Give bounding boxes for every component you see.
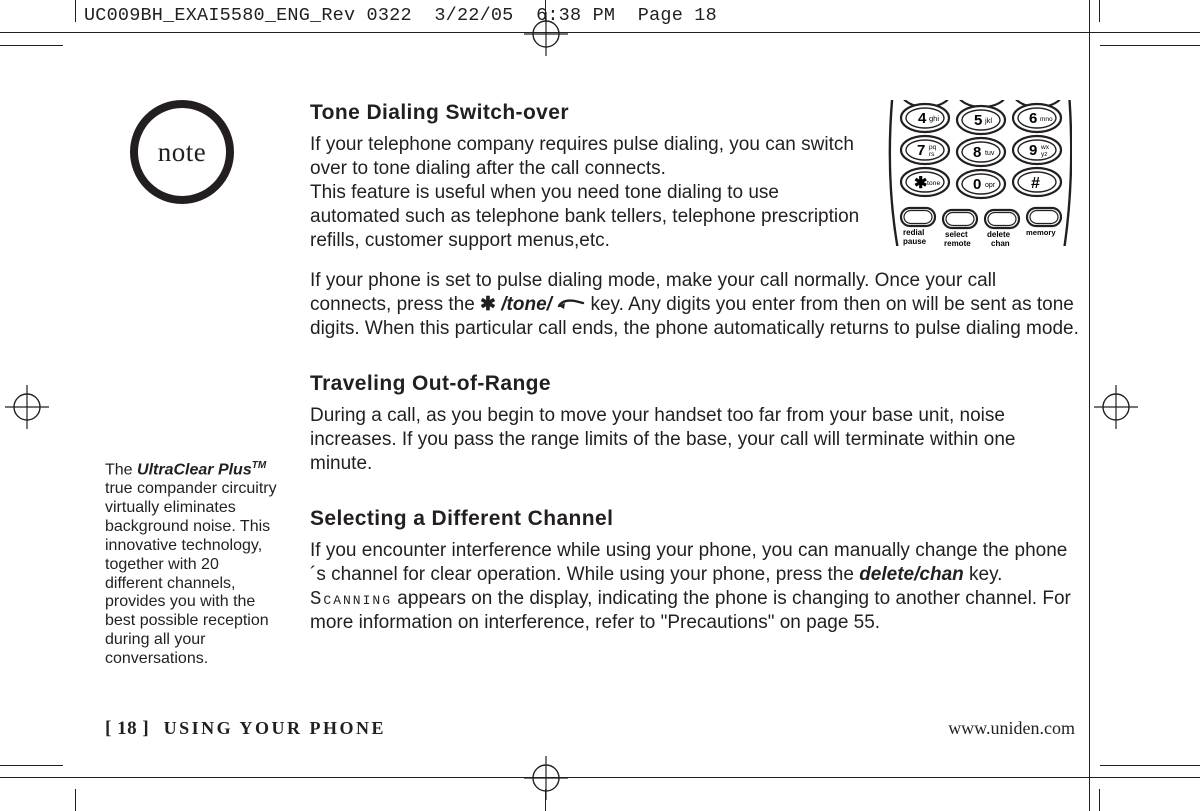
s1-p1a: If your telephone company requires pulse… <box>310 134 854 179</box>
svg-text:tone: tone <box>927 180 940 187</box>
svg-text:mno: mno <box>1040 116 1053 123</box>
trademark-symbol: TM <box>252 460 266 471</box>
svg-text:9: 9 <box>1029 142 1037 159</box>
delete-chan-key-label: delete/chan <box>859 564 964 585</box>
svg-text:jkl: jkl <box>984 116 992 125</box>
main-column: Tone Dialing Switch-over If your telepho… <box>310 100 1080 636</box>
star-icon: ✱ <box>480 294 496 315</box>
svg-text:ghi: ghi <box>929 114 939 123</box>
lcd-text-scanning: Scanning <box>310 588 392 610</box>
s2-body: During a call, as you begin to move your… <box>310 404 1080 476</box>
page-number: [ 18 ] <box>105 718 149 739</box>
page-content: note The UltraClear PlusTM true compande… <box>105 100 1075 740</box>
svg-text:pause: pause <box>903 237 927 246</box>
heading-tone-dialing: Tone Dialing Switch-over <box>310 100 870 127</box>
s1-p1b: This feature is useful when you need ton… <box>310 182 859 251</box>
svg-text:✱: ✱ <box>914 175 927 192</box>
back-arrow-icon <box>557 294 590 315</box>
margin-note-brand: UltraClear Plus <box>137 461 252 478</box>
svg-text:rs: rs <box>929 151 935 158</box>
svg-text:7: 7 <box>917 142 925 159</box>
s3-b: key. <box>964 564 1003 585</box>
margin-note-prefix: The <box>105 461 137 478</box>
margin-note: The UltraClear PlusTM true compander cir… <box>105 460 280 669</box>
note-badge: note <box>130 100 234 204</box>
svg-text:wx: wx <box>1040 144 1050 151</box>
svg-text:memory: memory <box>1026 228 1056 237</box>
svg-text:select: select <box>945 230 968 239</box>
margin-note-body: true compander circuitry virtually elimi… <box>105 480 277 667</box>
footer-url: www.uniden.com <box>948 718 1075 739</box>
svg-text:opr: opr <box>985 182 996 189</box>
s3-c: appears on the display, indicating the p… <box>310 588 1071 633</box>
svg-text:8: 8 <box>973 144 981 161</box>
svg-text:yz: yz <box>1041 151 1048 158</box>
print-slug: UC009BH_EXAI5580_ENG_Rev 0322 3/22/05 6:… <box>84 5 717 26</box>
svg-text:#: # <box>1031 175 1040 192</box>
footer-section-name: USING YOUR PHONE <box>164 718 386 738</box>
phone-keypad-illustration: 4 ghi 5 jkl 6 mno <box>888 100 1072 255</box>
page-footer: [ 18 ] USING YOUR PHONE www.uniden.com <box>105 718 1075 740</box>
svg-text:6: 6 <box>1029 110 1037 127</box>
svg-text:4: 4 <box>918 110 927 127</box>
heading-select-channel: Selecting a Different Channel <box>310 506 1080 533</box>
heading-out-of-range: Traveling Out-of-Range <box>310 371 1080 398</box>
svg-text:chan: chan <box>991 239 1010 248</box>
svg-text:redial: redial <box>903 228 924 237</box>
note-badge-label: note <box>130 100 234 204</box>
tone-key-label: /tone/ <box>501 294 552 315</box>
svg-text:pq: pq <box>929 144 937 151</box>
svg-text:5: 5 <box>974 112 982 129</box>
svg-text:0: 0 <box>973 176 981 193</box>
svg-text:remote: remote <box>944 239 971 248</box>
svg-text:tuv: tuv <box>985 150 995 157</box>
svg-text:delete: delete <box>987 230 1011 239</box>
